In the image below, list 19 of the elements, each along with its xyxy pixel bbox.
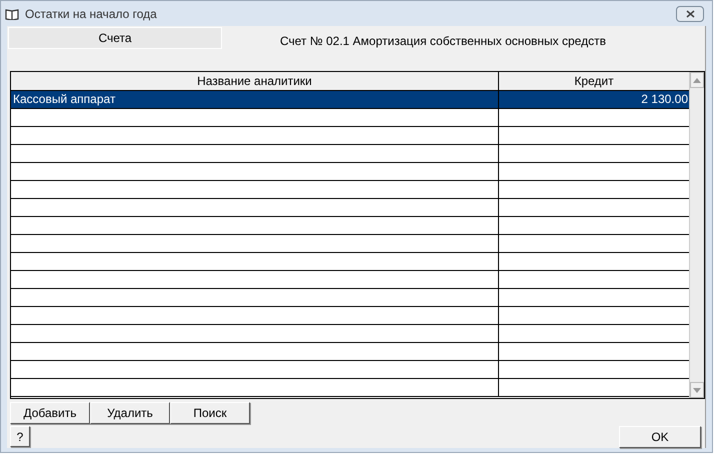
ok-button[interactable]: OK [619, 426, 701, 448]
action-button[interactable]: Удалить [90, 402, 170, 424]
table-cell: Кассовый аппарат [11, 91, 499, 108]
column-header[interactable]: Название аналитики [11, 72, 499, 90]
scrollbar[interactable] [689, 72, 704, 398]
action-button[interactable]: Добавить [10, 402, 90, 424]
scroll-up-icon[interactable] [693, 78, 701, 82]
tab[interactable]: Счета [8, 27, 222, 49]
window-title: Остатки на начало года [25, 6, 157, 22]
account-label: Счет № 02.1 Амортизация собственных основных средств [280, 33, 606, 50]
column-header[interactable]: Кредит [499, 72, 689, 90]
book-icon [5, 8, 19, 20]
table-cell-text: 2 130.00 [640, 91, 689, 108]
help-button[interactable]: ? [10, 426, 30, 447]
close-button[interactable] [676, 6, 704, 22]
action-button[interactable]: Поиск [170, 402, 250, 424]
scroll-down-icon[interactable] [693, 388, 701, 392]
table-row[interactable]: Кассовый аппарат 2 130.00 [11, 91, 689, 109]
close-icon [686, 10, 694, 18]
